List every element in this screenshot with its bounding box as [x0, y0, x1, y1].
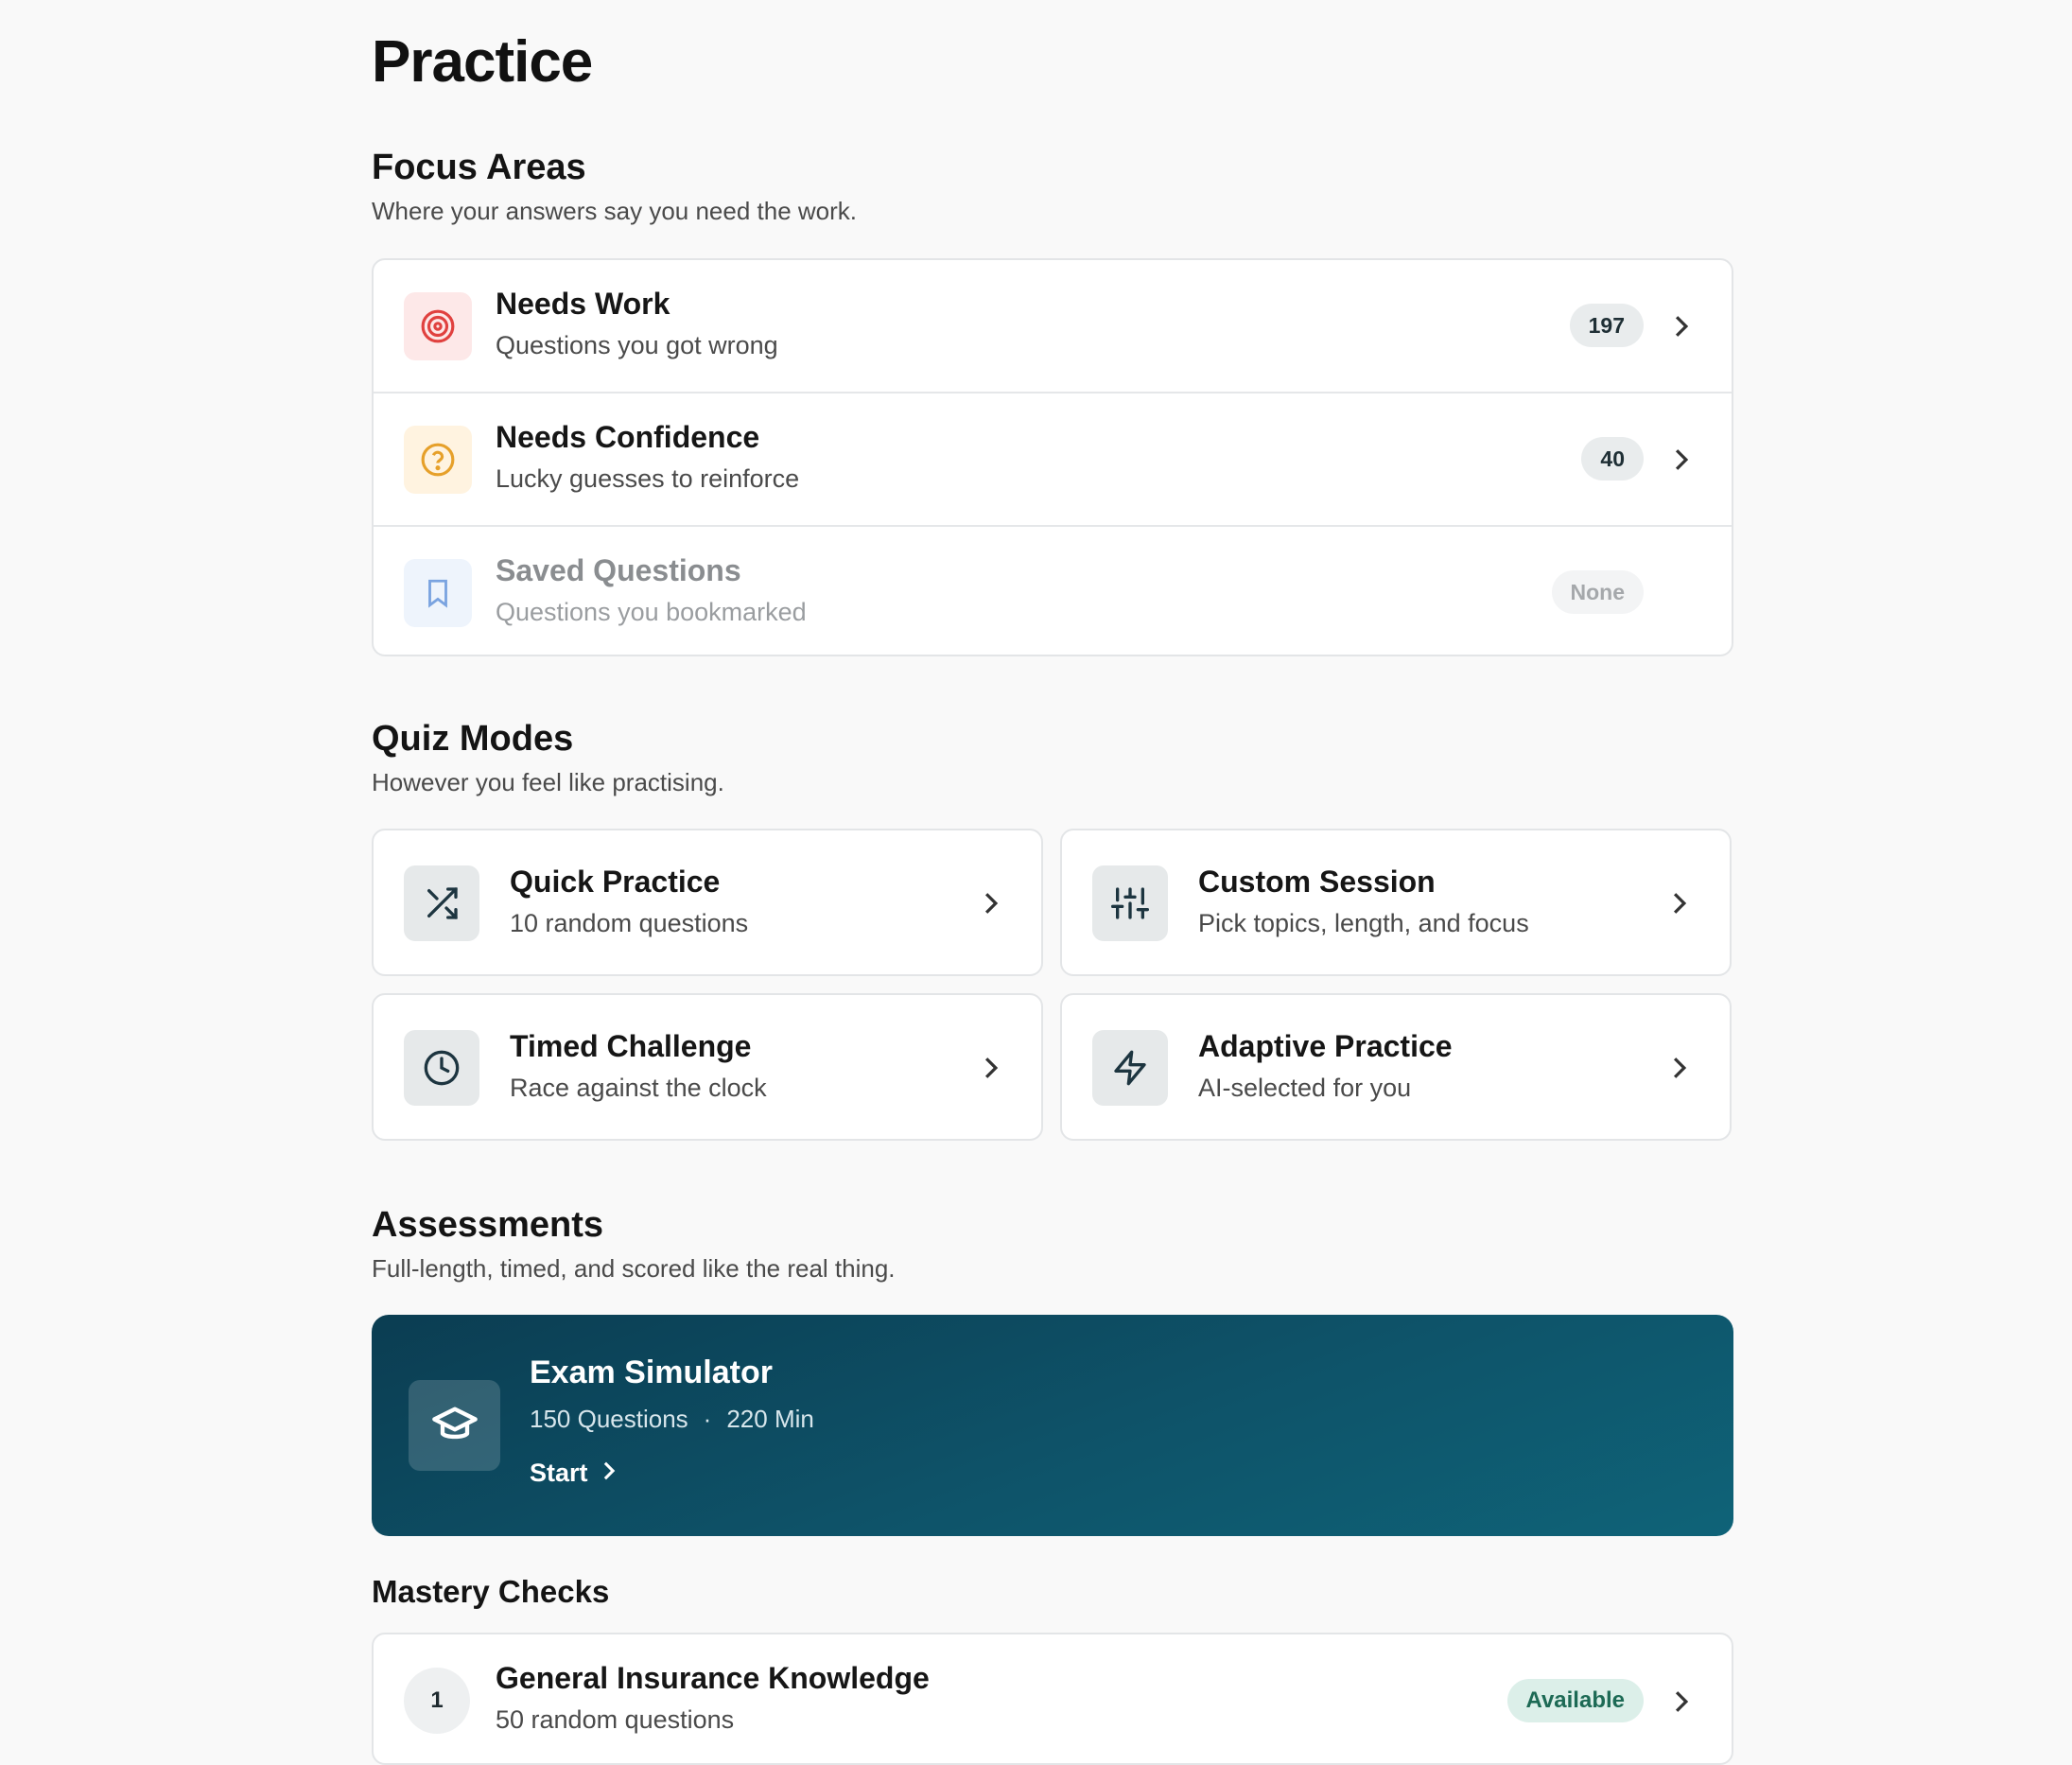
mastery-item-number: 1: [404, 1668, 470, 1734]
quiz-mode-subtitle: Race against the clock: [510, 1074, 767, 1102]
chevron-right-icon: [1669, 447, 1694, 472]
chevron-right-icon: [1667, 1056, 1692, 1080]
focus-areas-subtitle: Where your answers say you need the work…: [372, 197, 858, 225]
quiz-mode-quick-practice[interactable]: Quick Practice 10 random questions: [372, 829, 1043, 976]
mastery-item-subtitle: 50 random questions: [496, 1705, 735, 1734]
sliders-icon: [1092, 865, 1168, 941]
exam-start-button[interactable]: Start: [530, 1459, 617, 1488]
quiz-modes-subtitle: However you feel like practising.: [372, 768, 724, 796]
quiz-mode-custom-session[interactable]: Custom Session Pick topics, length, and …: [1060, 829, 1732, 976]
exam-simulator-card[interactable]: Exam Simulator 150 Questions · 220 Min S…: [372, 1315, 1733, 1536]
quiz-mode-title: Timed Challenge: [510, 1029, 752, 1063]
count-badge: 40: [1581, 437, 1644, 481]
chevron-right-icon: [979, 1056, 1003, 1080]
target-icon: [404, 292, 472, 360]
quiz-mode-adaptive-practice[interactable]: Adaptive Practice AI-selected for you: [1060, 993, 1732, 1141]
mastery-item-title: General Insurance Knowledge: [496, 1661, 930, 1695]
quiz-mode-title: Custom Session: [1198, 865, 1436, 899]
meta-separator: ·: [703, 1405, 712, 1433]
focus-areas-title: Focus Areas: [372, 148, 586, 187]
exam-simulator-title: Exam Simulator: [530, 1354, 773, 1390]
assessments-title: Assessments: [372, 1205, 604, 1245]
chevron-right-icon: [1667, 891, 1692, 916]
mastery-checks-list: 1 General Insurance Knowledge 50 random …: [372, 1633, 1733, 1765]
quiz-mode-subtitle: AI-selected for you: [1198, 1074, 1412, 1102]
status-badge: Available: [1506, 1679, 1644, 1722]
focus-item-subtitle: Questions you got wrong: [496, 331, 778, 359]
graduation-cap-icon: [409, 1380, 500, 1471]
quiz-mode-subtitle: 10 random questions: [510, 909, 749, 937]
exam-start-label: Start: [530, 1459, 588, 1487]
quiz-modes-title: Quiz Modes: [372, 719, 574, 759]
page-title: Practice: [372, 29, 593, 95]
lightning-icon: [1092, 1030, 1168, 1106]
focus-item-title: Needs Work: [496, 287, 670, 321]
count-badge: None: [1551, 570, 1644, 614]
chevron-right-icon: [601, 1459, 617, 1488]
exam-question-count: 150 Questions: [530, 1405, 688, 1433]
focus-item-title: Saved Questions: [496, 553, 741, 587]
question-circle-icon: [404, 426, 472, 494]
chevron-right-icon: [1669, 314, 1694, 339]
quiz-mode-title: Quick Practice: [510, 865, 721, 899]
quiz-mode-title: Adaptive Practice: [1198, 1029, 1453, 1063]
focus-item-subtitle: Questions you bookmarked: [496, 598, 807, 626]
focus-areas-list: Needs Work Questions you got wrong 197 N…: [372, 258, 1733, 656]
focus-item-needs-confidence[interactable]: Needs Confidence Lucky guesses to reinfo…: [374, 393, 1732, 526]
chevron-right-icon: [1669, 1689, 1694, 1714]
mastery-item-general-insurance[interactable]: 1 General Insurance Knowledge 50 random …: [374, 1634, 1732, 1763]
focus-item-saved-questions: Saved Questions Questions you bookmarked…: [374, 527, 1732, 655]
mastery-checks-title: Mastery Checks: [372, 1574, 610, 1609]
quiz-mode-subtitle: Pick topics, length, and focus: [1198, 909, 1529, 937]
quiz-mode-timed-challenge[interactable]: Timed Challenge Race against the clock: [372, 993, 1043, 1141]
bookmark-icon: [404, 559, 472, 627]
focus-item-subtitle: Lucky guesses to reinforce: [496, 464, 800, 493]
clock-icon: [404, 1030, 479, 1106]
exam-meta: 150 Questions · 220 Min: [530, 1405, 814, 1434]
count-badge: 197: [1569, 304, 1644, 347]
chevron-right-icon: [979, 891, 1003, 916]
shuffle-icon: [404, 865, 479, 941]
assessments-subtitle: Full-length, timed, and scored like the …: [372, 1254, 896, 1283]
focus-item-title: Needs Confidence: [496, 420, 760, 454]
exam-duration: 220 Min: [726, 1405, 814, 1433]
focus-item-needs-work[interactable]: Needs Work Questions you got wrong 197: [374, 260, 1732, 393]
